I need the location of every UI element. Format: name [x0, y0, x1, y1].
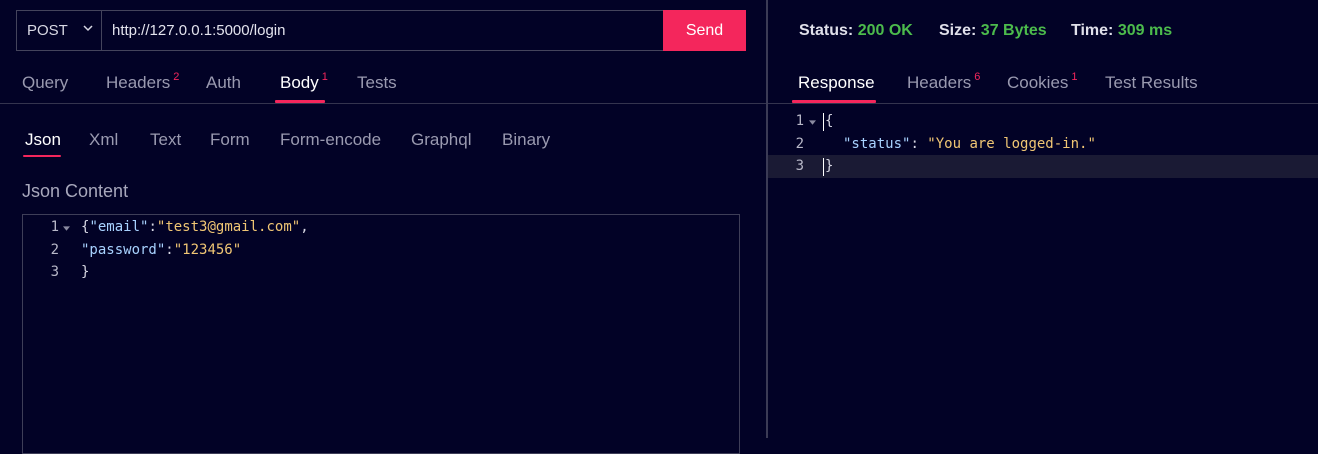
response-status: Status: 200 OK: [799, 22, 913, 40]
send-button[interactable]: Send: [663, 10, 746, 51]
response-time: Time: 309 ms: [1071, 22, 1172, 40]
json-brace: }: [81, 264, 90, 280]
body-tab-form-encode[interactable]: Form-encode: [280, 130, 381, 150]
tab-body[interactable]: Body 1: [280, 71, 328, 93]
json-colon: :: [148, 219, 157, 235]
code-line: }: [825, 158, 833, 174]
time-label: Time:: [1071, 22, 1114, 39]
code-line: "status": "You are logged-in.": [843, 136, 1096, 152]
fold-arrow-icon[interactable]: [63, 226, 70, 231]
chevron-down-icon: [83, 25, 93, 32]
line-number: 1: [795, 113, 804, 129]
tab-badge: 1: [1071, 71, 1078, 83]
response-panel: Status: 200 OK Size: 37 Bytes Time: 309 …: [768, 0, 1318, 438]
method-value: POST: [27, 22, 68, 39]
code-line: {: [825, 113, 833, 129]
request-panel: POST http://127.0.0.1:5000/login Send Qu…: [0, 0, 766, 454]
code-line: }: [81, 264, 89, 280]
tab-label: Query: [22, 73, 69, 92]
request-body-editor[interactable]: 1 2 3 {"email":"test3@gmail.com", "passw…: [22, 214, 740, 454]
json-string: "123456": [173, 242, 242, 258]
tab-response-headers[interactable]: Headers 6: [907, 71, 981, 93]
tab-label: Response: [798, 73, 875, 92]
tabs-divider: [768, 103, 1318, 104]
tab-headers[interactable]: Headers 2: [106, 71, 180, 93]
tabs-divider: [0, 103, 766, 104]
tab-query[interactable]: Query: [22, 73, 68, 93]
tab-label: Headers: [907, 73, 972, 92]
time-value: 309 ms: [1117, 22, 1173, 39]
tab-response[interactable]: Response: [798, 73, 875, 93]
url-value: http://127.0.0.1:5000/login: [112, 22, 286, 39]
json-key: "email": [89, 219, 149, 235]
tab-label: Body: [280, 73, 319, 92]
status-value: 200 OK: [857, 22, 913, 39]
json-brace: {: [825, 113, 834, 129]
json-comma: ,: [300, 219, 309, 235]
line-number: 1: [50, 219, 59, 235]
line-number: 3: [50, 264, 59, 280]
text-cursor: [823, 158, 824, 176]
body-tab-graphql[interactable]: Graphql: [411, 130, 471, 150]
json-brace: }: [825, 158, 834, 174]
body-tab-binary[interactable]: Binary: [502, 130, 550, 150]
size-value: 37 Bytes: [980, 22, 1047, 39]
tab-label: Cookies: [1007, 73, 1069, 92]
body-tab-json[interactable]: Json: [25, 130, 61, 150]
json-string: "test3@gmail.com": [156, 219, 301, 235]
response-size: Size: 37 Bytes: [939, 22, 1047, 40]
tab-badge: 6: [974, 71, 981, 83]
json-key: "password": [81, 242, 166, 258]
body-tab-xml[interactable]: Xml: [89, 130, 118, 150]
line-number: 3: [795, 158, 804, 174]
text-cursor: [823, 113, 824, 131]
active-line-highlight: [768, 155, 1318, 178]
status-label: Status:: [799, 22, 854, 39]
tab-label: Headers: [106, 73, 171, 92]
json-colon: :: [910, 136, 928, 152]
tab-cookies[interactable]: Cookies 1: [1007, 71, 1078, 93]
url-input[interactable]: http://127.0.0.1:5000/login: [102, 10, 664, 51]
tab-badge: 1: [321, 71, 328, 83]
active-body-tab-indicator: [23, 155, 61, 157]
tab-label: Tests: [357, 73, 397, 92]
line-number: 2: [795, 136, 804, 152]
code-line: "password":"123456": [81, 242, 241, 258]
json-key: "status": [843, 136, 911, 152]
tab-badge: 2: [173, 71, 180, 83]
line-number: 2: [50, 242, 59, 258]
tab-test-results[interactable]: Test Results: [1105, 73, 1198, 93]
tab-label: Auth: [206, 73, 241, 92]
fold-arrow-icon[interactable]: [809, 120, 816, 125]
tab-auth[interactable]: Auth: [206, 73, 241, 93]
json-string: "You are logged-in.": [927, 136, 1096, 152]
size-label: Size:: [939, 22, 977, 39]
tab-label: Test Results: [1105, 73, 1198, 92]
tab-tests[interactable]: Tests: [357, 73, 397, 93]
json-colon: :: [165, 242, 174, 258]
json-content-label: Json Content: [22, 181, 129, 201]
method-select[interactable]: POST: [16, 10, 102, 51]
body-tab-text[interactable]: Text: [150, 130, 181, 150]
body-tab-form[interactable]: Form: [210, 130, 250, 150]
code-line: {"email":"test3@gmail.com",: [81, 219, 309, 235]
